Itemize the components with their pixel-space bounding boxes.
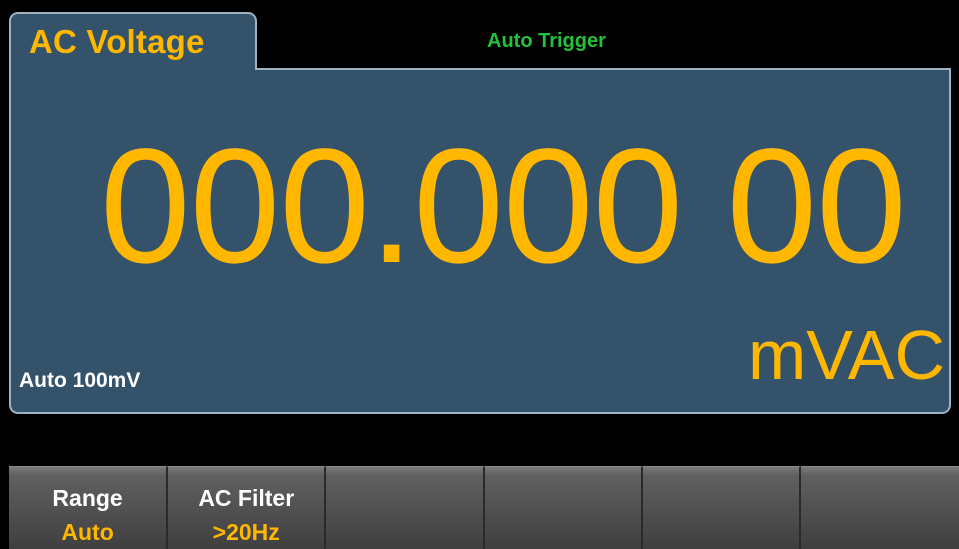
softkey-value: Auto (61, 519, 114, 545)
multimeter-screen: AC Voltage Auto Trigger 000.000 00 mVAC … (0, 0, 959, 549)
softkey-5[interactable] (642, 466, 801, 549)
main-reading-value: 000.000 00 (100, 114, 907, 297)
reading-unit: mVAC (747, 316, 945, 394)
softkey-4[interactable] (484, 466, 643, 549)
softkey-ac-filter[interactable]: AC Filter >20Hz (168, 466, 327, 549)
range-status: Auto 100mV (19, 369, 141, 392)
softkey-3[interactable] (326, 466, 485, 549)
measurement-mode-tab: AC Voltage (9, 12, 257, 70)
softkey-label: Range (52, 485, 123, 511)
softkey-range[interactable]: Range Auto (9, 466, 169, 549)
softkey-value: >20Hz (212, 519, 280, 545)
trigger-status: Auto Trigger (487, 30, 606, 52)
measurement-mode-label: AC Voltage (29, 23, 205, 60)
softkey-label: AC Filter (198, 485, 295, 511)
softkey-6[interactable] (800, 466, 959, 549)
softkey-bar: Range Auto AC Filter >20Hz (9, 466, 959, 549)
